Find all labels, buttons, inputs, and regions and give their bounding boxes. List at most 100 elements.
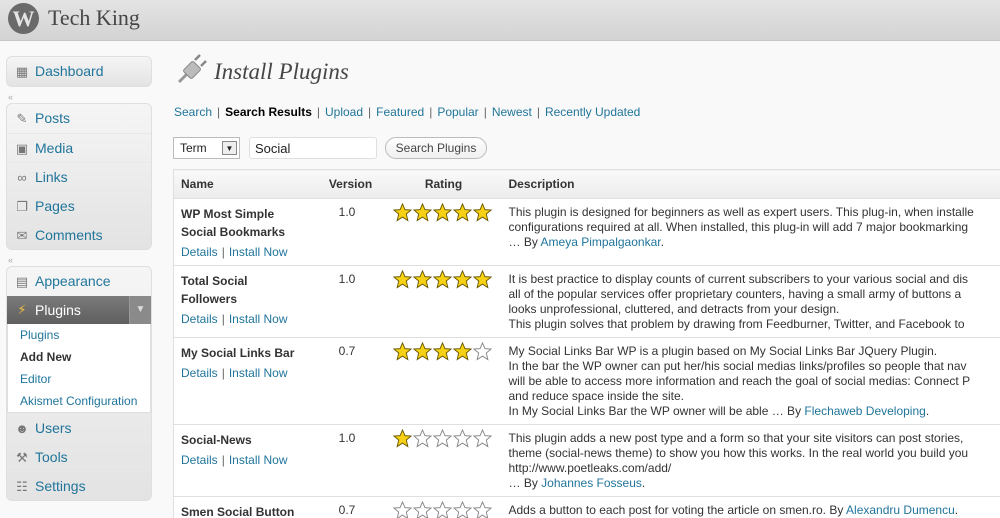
sidebar-item-pages[interactable]: ❐ Pages bbox=[7, 191, 151, 220]
collapse-arrow-icon[interactable]: « bbox=[8, 255, 13, 265]
details-link[interactable]: Details bbox=[181, 366, 218, 380]
sidebar-item-posts[interactable]: ✎ Posts bbox=[7, 104, 151, 133]
action-separator: | bbox=[221, 366, 225, 380]
description-line: all of the popular services offer propri… bbox=[508, 287, 962, 301]
plugin-version: 1.0 bbox=[315, 198, 386, 266]
plugin-version: 0.7 bbox=[315, 337, 386, 425]
settings-icon: ☷ bbox=[16, 479, 28, 494]
by-prefix: … By bbox=[508, 476, 542, 490]
by-suffix: . bbox=[925, 404, 930, 418]
plugin-name-cell: My Social Links Bar Details | Install Now bbox=[173, 337, 316, 425]
plugin-name-cell: WP Most Simple Social Bookmarks Details | In… bbox=[173, 198, 316, 266]
nav-featured[interactable]: Featured bbox=[376, 105, 424, 119]
pages-icon: ❐ bbox=[16, 199, 28, 214]
plugin-description: My Social Links Bar WP is a plugin based… bbox=[501, 337, 1000, 425]
row-actions: Details | Install Now bbox=[181, 366, 309, 381]
dropdown-arrow-icon[interactable]: ▼ bbox=[222, 141, 237, 155]
menu-separator[interactable]: « bbox=[6, 91, 152, 103]
star-icon bbox=[452, 429, 472, 448]
plugin-name-cell: Smen Social Button bbox=[173, 496, 316, 518]
submenu-add-new[interactable]: Add New bbox=[8, 346, 150, 368]
plugin-version: 0.7 bbox=[315, 496, 386, 518]
nav-search[interactable]: Search bbox=[174, 105, 212, 119]
details-link[interactable]: Details bbox=[181, 312, 218, 326]
install-now-link[interactable]: Install Now bbox=[229, 366, 288, 380]
star-icon bbox=[392, 429, 412, 448]
sidebar-item-media[interactable]: ▣ Media bbox=[7, 133, 151, 162]
sidebar-item-plugins[interactable]: ⚡ Plugins ▼ bbox=[7, 296, 151, 324]
plugin-description: This plugin adds a new post type and a f… bbox=[501, 424, 1000, 497]
menu-group-content: ✎ Posts ▣ Media ∞ Links ❐ Pages ✉ Commen… bbox=[6, 103, 152, 250]
nav-newest[interactable]: Newest bbox=[492, 105, 532, 119]
submenu-editor[interactable]: Editor bbox=[8, 368, 150, 390]
column-header-name: Name bbox=[173, 169, 316, 199]
sidebar-item-users[interactable]: ☻ Users bbox=[7, 413, 151, 442]
description-line: configurations required at all. When ins… bbox=[508, 220, 969, 234]
install-now-link[interactable]: Install Now bbox=[229, 453, 288, 467]
plugin-plug-icon bbox=[173, 54, 207, 88]
plugin-rating bbox=[385, 496, 502, 518]
by-suffix: . bbox=[641, 476, 646, 490]
plugin-rating bbox=[385, 198, 502, 266]
nav-popular[interactable]: Popular bbox=[437, 105, 478, 119]
by-prefix: … By bbox=[508, 235, 541, 249]
collapse-arrow-icon[interactable]: « bbox=[8, 92, 13, 102]
plugin-description: This plugin is designed for beginners as… bbox=[501, 198, 1000, 266]
install-now-link[interactable]: Install Now bbox=[229, 312, 288, 326]
plugins-icon: ⚡ bbox=[17, 302, 27, 317]
plugin-name: My Social Links Bar bbox=[181, 346, 295, 360]
details-link[interactable]: Details bbox=[181, 453, 218, 467]
plugin-name: Followers bbox=[181, 292, 238, 306]
comments-icon: ✉ bbox=[16, 228, 28, 243]
rating-stars bbox=[392, 501, 495, 518]
description-line: In the bar the WP owner can put her/his … bbox=[508, 359, 967, 373]
nav-search-results[interactable]: Search Results bbox=[225, 105, 312, 119]
search-plugins-button[interactable]: Search Plugins bbox=[385, 137, 487, 159]
description-line: This plugin solves that problem by drawi… bbox=[508, 317, 965, 331]
table-row: Social-News Details | Install Now 1.0 This pl… bbox=[173, 424, 1000, 497]
table-row: My Social Links Bar Details | Install Now 0.… bbox=[173, 337, 1000, 425]
submenu-akismet-configuration[interactable]: Akismet Configuration bbox=[8, 390, 150, 412]
pin-icon: ✎ bbox=[16, 111, 28, 126]
sidebar-item-dashboard[interactable]: ▦ Dashboard bbox=[7, 57, 151, 86]
sidebar-item-label: Users bbox=[35, 420, 72, 436]
wordpress-logo-icon[interactable]: W bbox=[8, 3, 39, 34]
author-line: Adds a button to each post for voting th… bbox=[509, 503, 994, 518]
author-link[interactable]: Ameya Pimpalgaonkar bbox=[541, 235, 661, 249]
nav-recently-updated[interactable]: Recently Updated bbox=[545, 105, 640, 119]
plugin-description: Adds a button to each post for voting th… bbox=[501, 496, 1000, 518]
sidebar-item-label: Tools bbox=[35, 449, 68, 465]
author-link[interactable]: Alexandru Dumencu bbox=[846, 503, 955, 517]
action-separator: | bbox=[221, 245, 225, 259]
search-type-select[interactable]: Term ▼ bbox=[173, 137, 240, 159]
sidebar-item-tools[interactable]: ⚒ Tools bbox=[7, 442, 151, 471]
by-prefix: Adds a button to each post for voting th… bbox=[508, 503, 847, 517]
submenu-plugins[interactable]: Plugins bbox=[8, 324, 150, 346]
description-line: looks unprofessional, cluttered, and det… bbox=[508, 302, 840, 316]
author-link[interactable]: Flechaweb Developing bbox=[804, 404, 925, 418]
chevron-down-icon[interactable]: ▼ bbox=[129, 296, 151, 324]
sidebar-item-settings[interactable]: ☷ Settings bbox=[7, 471, 151, 500]
menu-separator[interactable]: « bbox=[6, 254, 152, 266]
nav-upload[interactable]: Upload bbox=[325, 105, 363, 119]
site-title[interactable]: Tech King bbox=[48, 5, 140, 31]
search-input[interactable] bbox=[249, 137, 377, 159]
description-line: My Social Links Bar WP is a plugin based… bbox=[508, 344, 938, 358]
star-icon bbox=[432, 342, 452, 361]
sidebar-item-comments[interactable]: ✉ Comments bbox=[7, 220, 151, 249]
sidebar-item-label: Settings bbox=[35, 478, 86, 494]
rating-stars bbox=[392, 342, 495, 361]
table-header-row: Name Version Rating Description bbox=[173, 169, 1000, 199]
row-actions: Details | Install Now bbox=[181, 453, 309, 468]
star-icon bbox=[432, 203, 452, 222]
sidebar-item-links[interactable]: ∞ Links bbox=[7, 162, 151, 191]
description-line: It is best practice to display counts of… bbox=[508, 272, 969, 286]
star-icon bbox=[432, 429, 452, 448]
install-now-link[interactable]: Install Now bbox=[229, 245, 288, 259]
menu-group-dashboard: ▦ Dashboard bbox=[6, 56, 152, 87]
author-link[interactable]: Johannes Fosseus bbox=[541, 476, 642, 490]
table-row: Smen Social Button 0.7 Adds a button to ea… bbox=[173, 496, 1000, 518]
details-link[interactable]: Details bbox=[181, 245, 218, 259]
sidebar-item-appearance[interactable]: ▤ Appearance bbox=[7, 267, 151, 296]
action-separator: | bbox=[221, 453, 225, 467]
